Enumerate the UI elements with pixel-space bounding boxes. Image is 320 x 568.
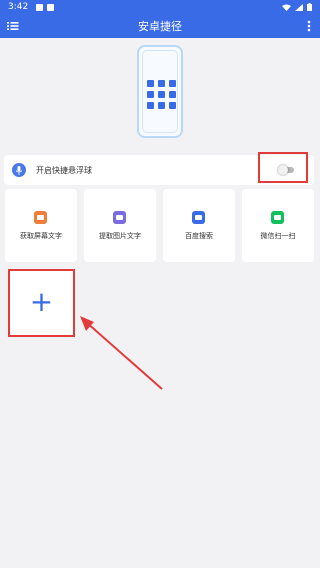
annotation-arrow xyxy=(80,316,163,390)
